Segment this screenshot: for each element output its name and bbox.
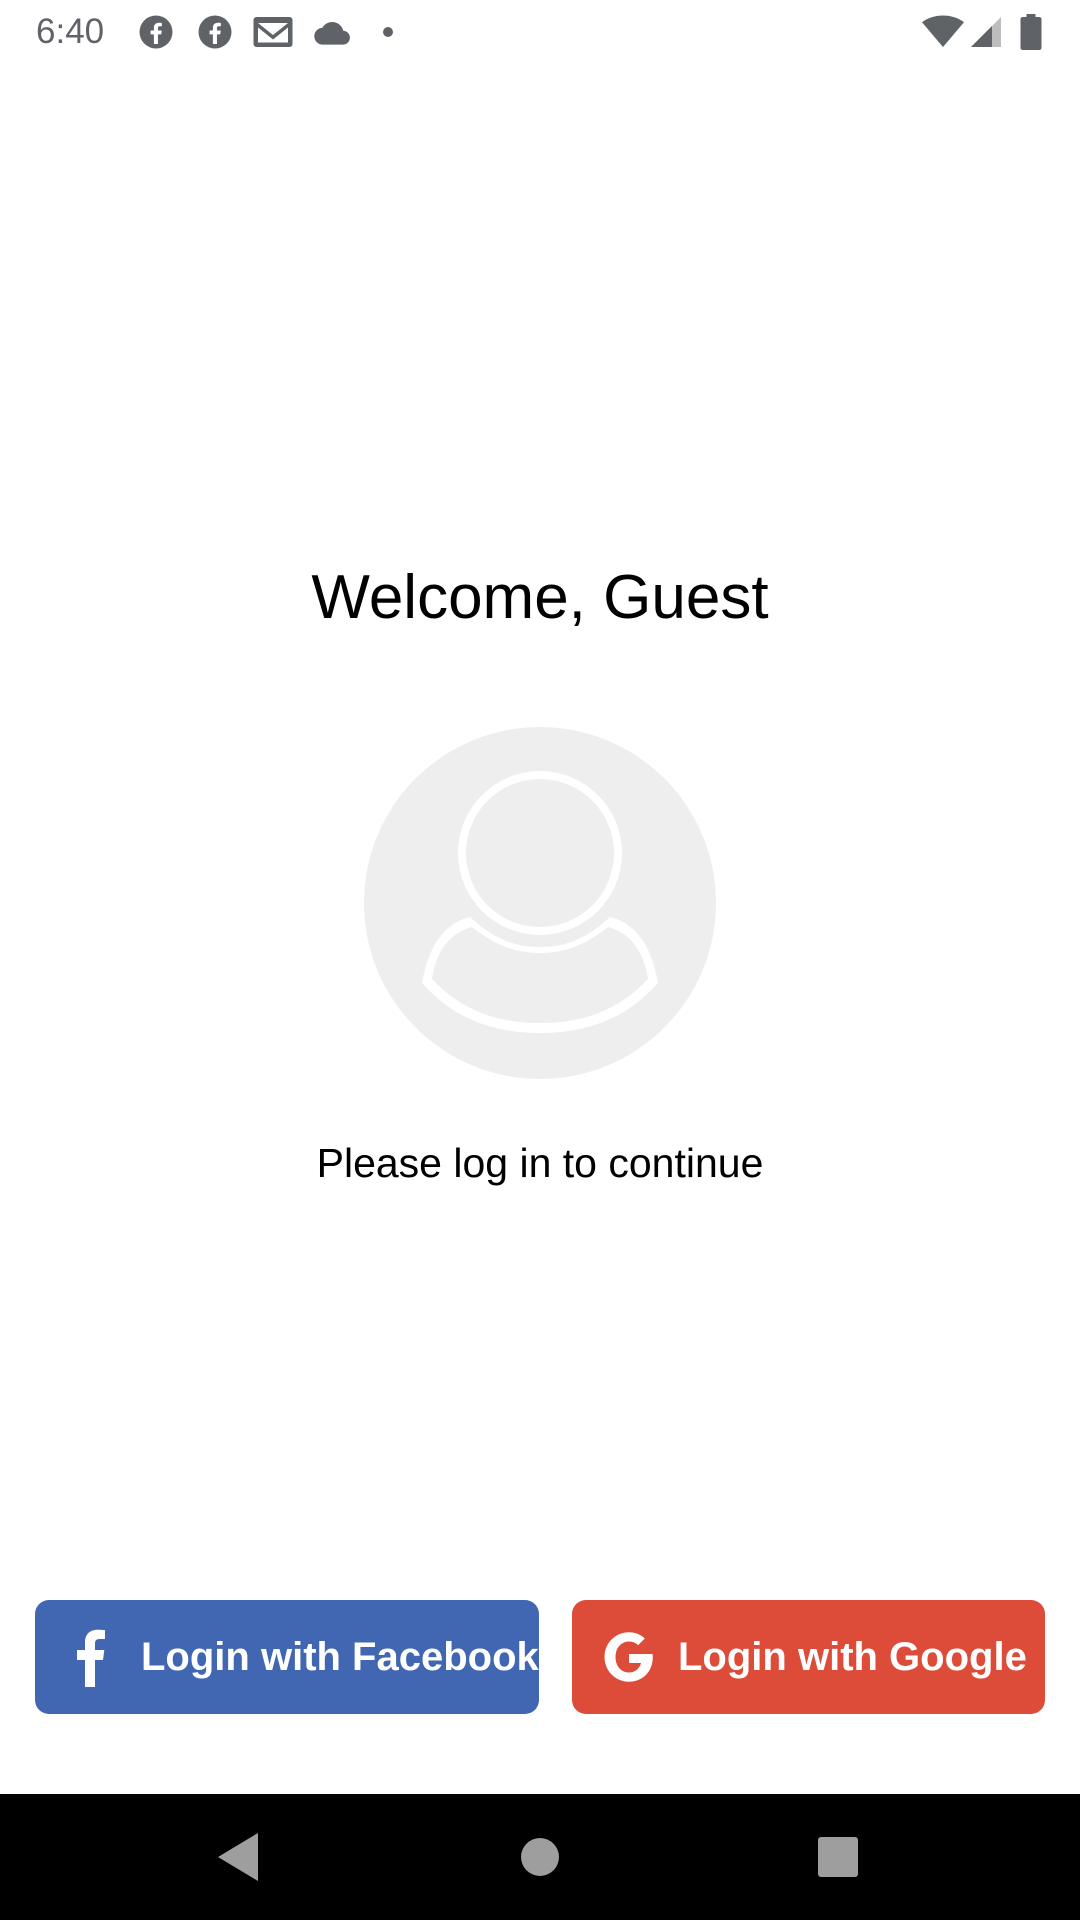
cloud-icon xyxy=(312,14,352,50)
login-screen: 6:40 Welcome, Guest Please log in to con… xyxy=(0,0,1080,1920)
facebook-icon xyxy=(138,14,174,50)
signal-icon xyxy=(968,14,1004,50)
home-icon[interactable] xyxy=(508,1825,572,1889)
gmail-icon xyxy=(252,14,294,50)
google-button-label: Login with Google xyxy=(678,1634,1027,1679)
recents-icon[interactable] xyxy=(806,1825,870,1889)
status-bar: 6:40 xyxy=(0,0,1080,63)
wifi-icon xyxy=(920,14,966,50)
facebook-button-label: Login with Facebook xyxy=(141,1634,539,1679)
default-avatar-icon xyxy=(364,727,716,1079)
login-google-button[interactable]: Login with Google xyxy=(572,1600,1045,1714)
facebook-icon xyxy=(197,14,233,50)
navigation-bar xyxy=(0,1794,1080,1920)
facebook-f-icon xyxy=(63,1627,119,1687)
google-g-icon xyxy=(600,1627,656,1687)
back-icon[interactable] xyxy=(208,1825,272,1889)
welcome-title: Welcome, Guest xyxy=(311,563,769,632)
dot-icon xyxy=(378,14,398,50)
battery-icon xyxy=(1020,14,1042,50)
status-time: 6:40 xyxy=(36,12,105,51)
login-prompt: Please log in to continue xyxy=(316,1140,764,1186)
login-facebook-button[interactable]: Login with Facebook xyxy=(35,1600,539,1714)
